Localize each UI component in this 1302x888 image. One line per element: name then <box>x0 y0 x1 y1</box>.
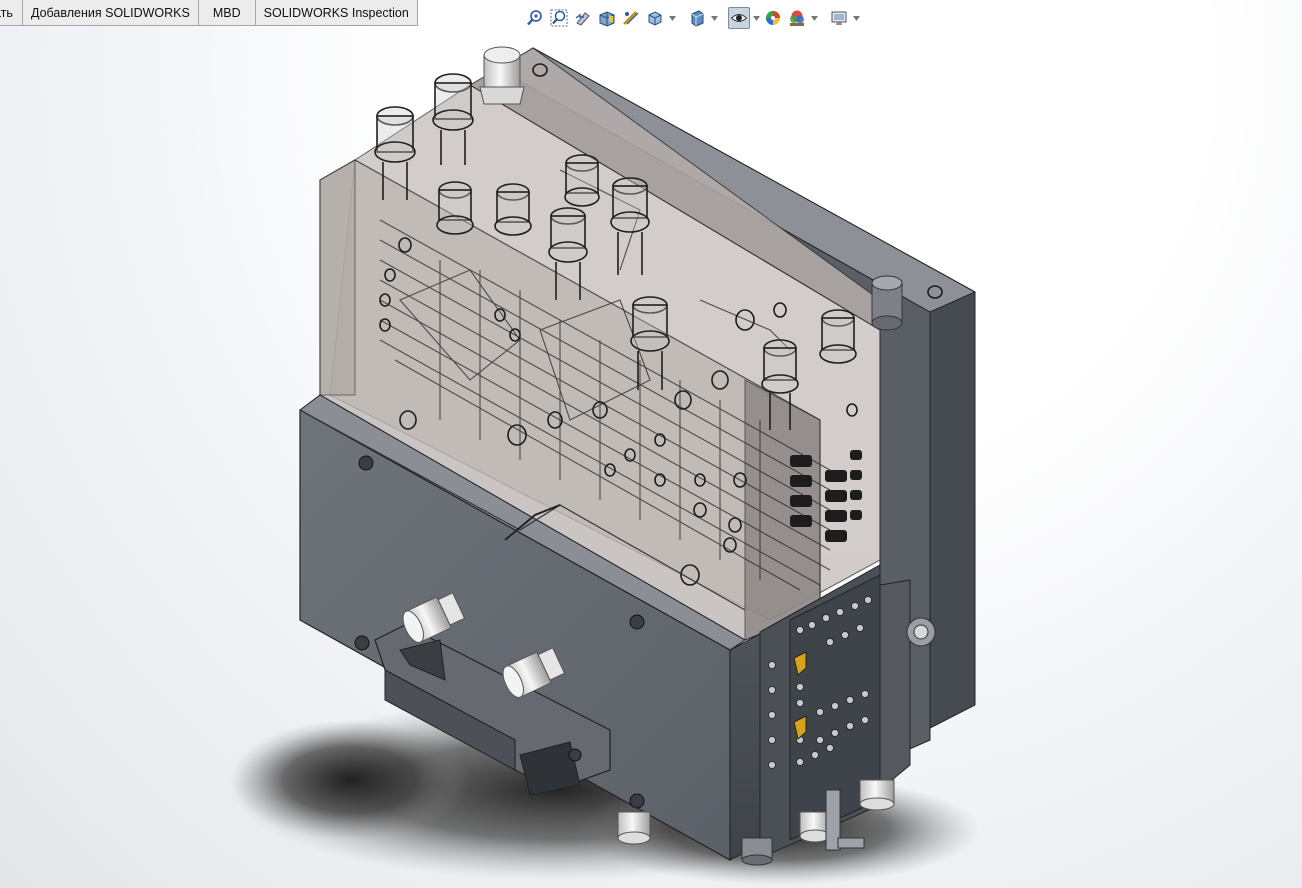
tab-mbd[interactable]: MBD <box>198 0 256 26</box>
view-settings-dropdown[interactable] <box>852 7 860 29</box>
side-fitting <box>871 275 903 331</box>
view-orientation-icon[interactable] <box>644 7 666 29</box>
tab-truncated[interactable]: ать <box>0 0 23 26</box>
top-water-fitting <box>479 46 525 105</box>
hide-show-items-icon[interactable] <box>728 7 750 29</box>
section-view-icon[interactable] <box>596 7 618 29</box>
zoom-to-area-icon[interactable] <box>548 7 570 29</box>
zoom-to-fit-icon[interactable] <box>524 7 546 29</box>
display-style-icon[interactable] <box>686 7 708 29</box>
apply-scene-icon[interactable] <box>786 7 808 29</box>
view-settings-icon[interactable] <box>828 7 850 29</box>
command-manager-tabs: ать Добавления SOLIDWORKS MBD SOLIDWORKS… <box>0 0 418 27</box>
graphics-area[interactable] <box>0 0 1302 888</box>
previous-view-icon[interactable] <box>572 7 594 29</box>
apply-scene-dropdown[interactable] <box>810 7 818 29</box>
edit-appearance-icon[interactable] <box>762 7 784 29</box>
view-orientation-dropdown[interactable] <box>668 7 676 29</box>
dynamic-annotation-views-icon[interactable] <box>620 7 642 29</box>
hide-show-items-dropdown[interactable] <box>752 7 760 29</box>
heads-up-view-toolbar <box>524 4 860 32</box>
display-style-dropdown[interactable] <box>710 7 718 29</box>
tab-solidworks-addins[interactable]: Добавления SOLIDWORKS <box>23 0 199 26</box>
tab-solidworks-inspection[interactable]: SOLIDWORKS Inspection <box>255 0 418 26</box>
